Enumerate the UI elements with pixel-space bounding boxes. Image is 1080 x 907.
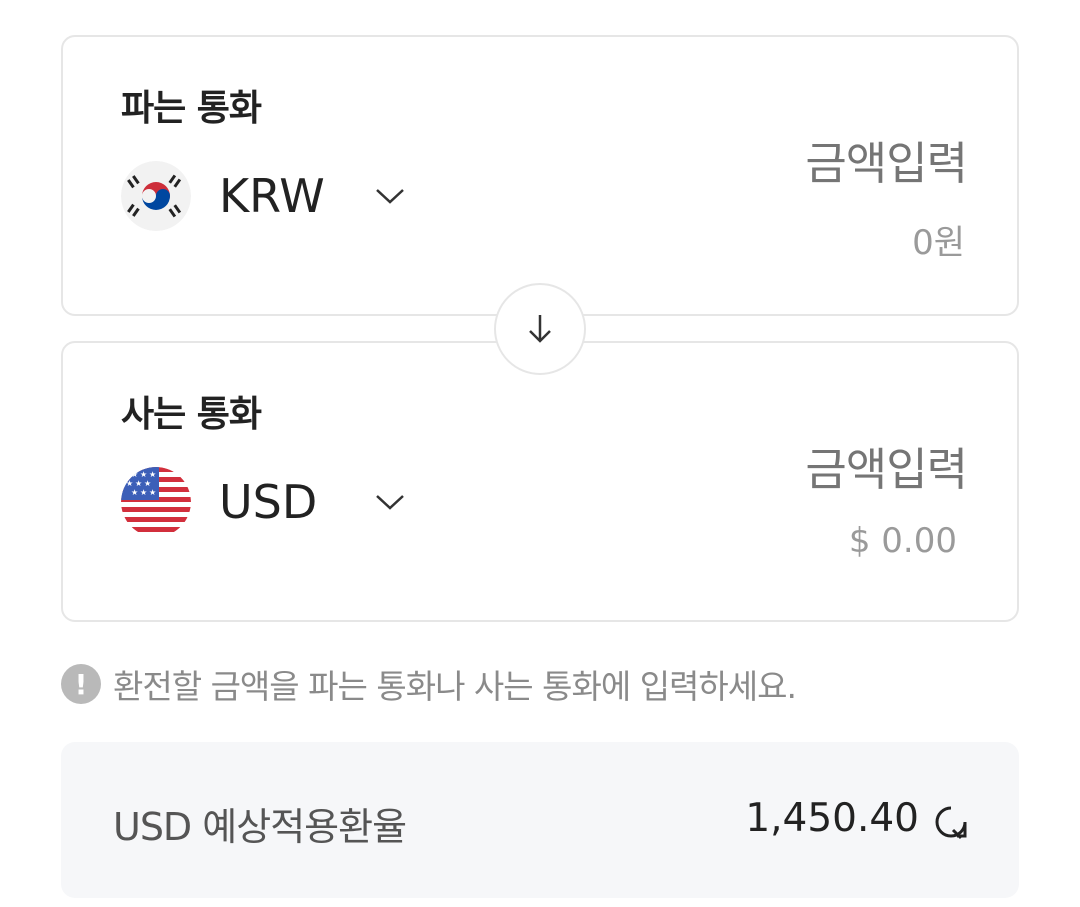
alert-icon: ! xyxy=(61,664,101,704)
south-korea-flag-icon xyxy=(121,161,191,231)
svg-text:★: ★ xyxy=(135,479,142,488)
svg-text:★: ★ xyxy=(131,488,138,497)
buy-currency-card: 사는 통화 ★ ★ ★ ★ ★ ★ ★ ★ ★ USD 금액입력 $ 0.00 xyxy=(61,341,1019,622)
buy-currency-selector[interactable]: ★ ★ ★ ★ ★ ★ ★ ★ ★ USD xyxy=(121,465,406,539)
svg-text:★: ★ xyxy=(140,488,147,497)
sell-converted-amount: 0원 xyxy=(912,223,965,263)
buy-currency-title: 사는 통화 xyxy=(121,394,262,435)
chevron-down-icon xyxy=(376,495,404,510)
svg-text:★: ★ xyxy=(149,470,156,479)
svg-text:★: ★ xyxy=(149,488,156,497)
exchange-rate-value: 1,450.40 xyxy=(745,796,919,841)
buy-amount-input[interactable] xyxy=(667,443,967,496)
sell-currency-selector[interactable]: KRW xyxy=(121,159,406,233)
buy-converted-amount: $ 0.00 xyxy=(848,521,957,561)
swap-currency-button[interactable] xyxy=(494,283,586,375)
sell-currency-card: 파는 통화 KRW 0원 xyxy=(61,35,1019,316)
svg-text:★: ★ xyxy=(131,470,138,479)
svg-text:★: ★ xyxy=(126,479,133,488)
sell-currency-title: 파는 통화 xyxy=(121,88,262,129)
notice-text: 환전할 금액을 파는 통화나 사는 통화에 입력하세요. xyxy=(113,667,797,706)
usa-flag-icon: ★ ★ ★ ★ ★ ★ ★ ★ ★ xyxy=(121,467,191,537)
sell-amount-input[interactable] xyxy=(667,137,967,190)
exchange-rate-panel: USD 예상적용환율 1,450.40 xyxy=(61,742,1019,898)
sell-currency-code: KRW xyxy=(219,169,325,223)
buy-currency-code: USD xyxy=(219,475,318,529)
refresh-icon[interactable] xyxy=(929,800,973,844)
input-notice: ! 환전할 금액을 파는 통화나 사는 통화에 입력하세요. xyxy=(61,662,797,706)
svg-text:★: ★ xyxy=(144,479,151,488)
arrow-down-icon xyxy=(529,315,551,343)
exchange-rate-label: USD 예상적용환율 xyxy=(113,805,407,849)
svg-text:★: ★ xyxy=(140,470,147,479)
chevron-down-icon xyxy=(376,189,404,204)
